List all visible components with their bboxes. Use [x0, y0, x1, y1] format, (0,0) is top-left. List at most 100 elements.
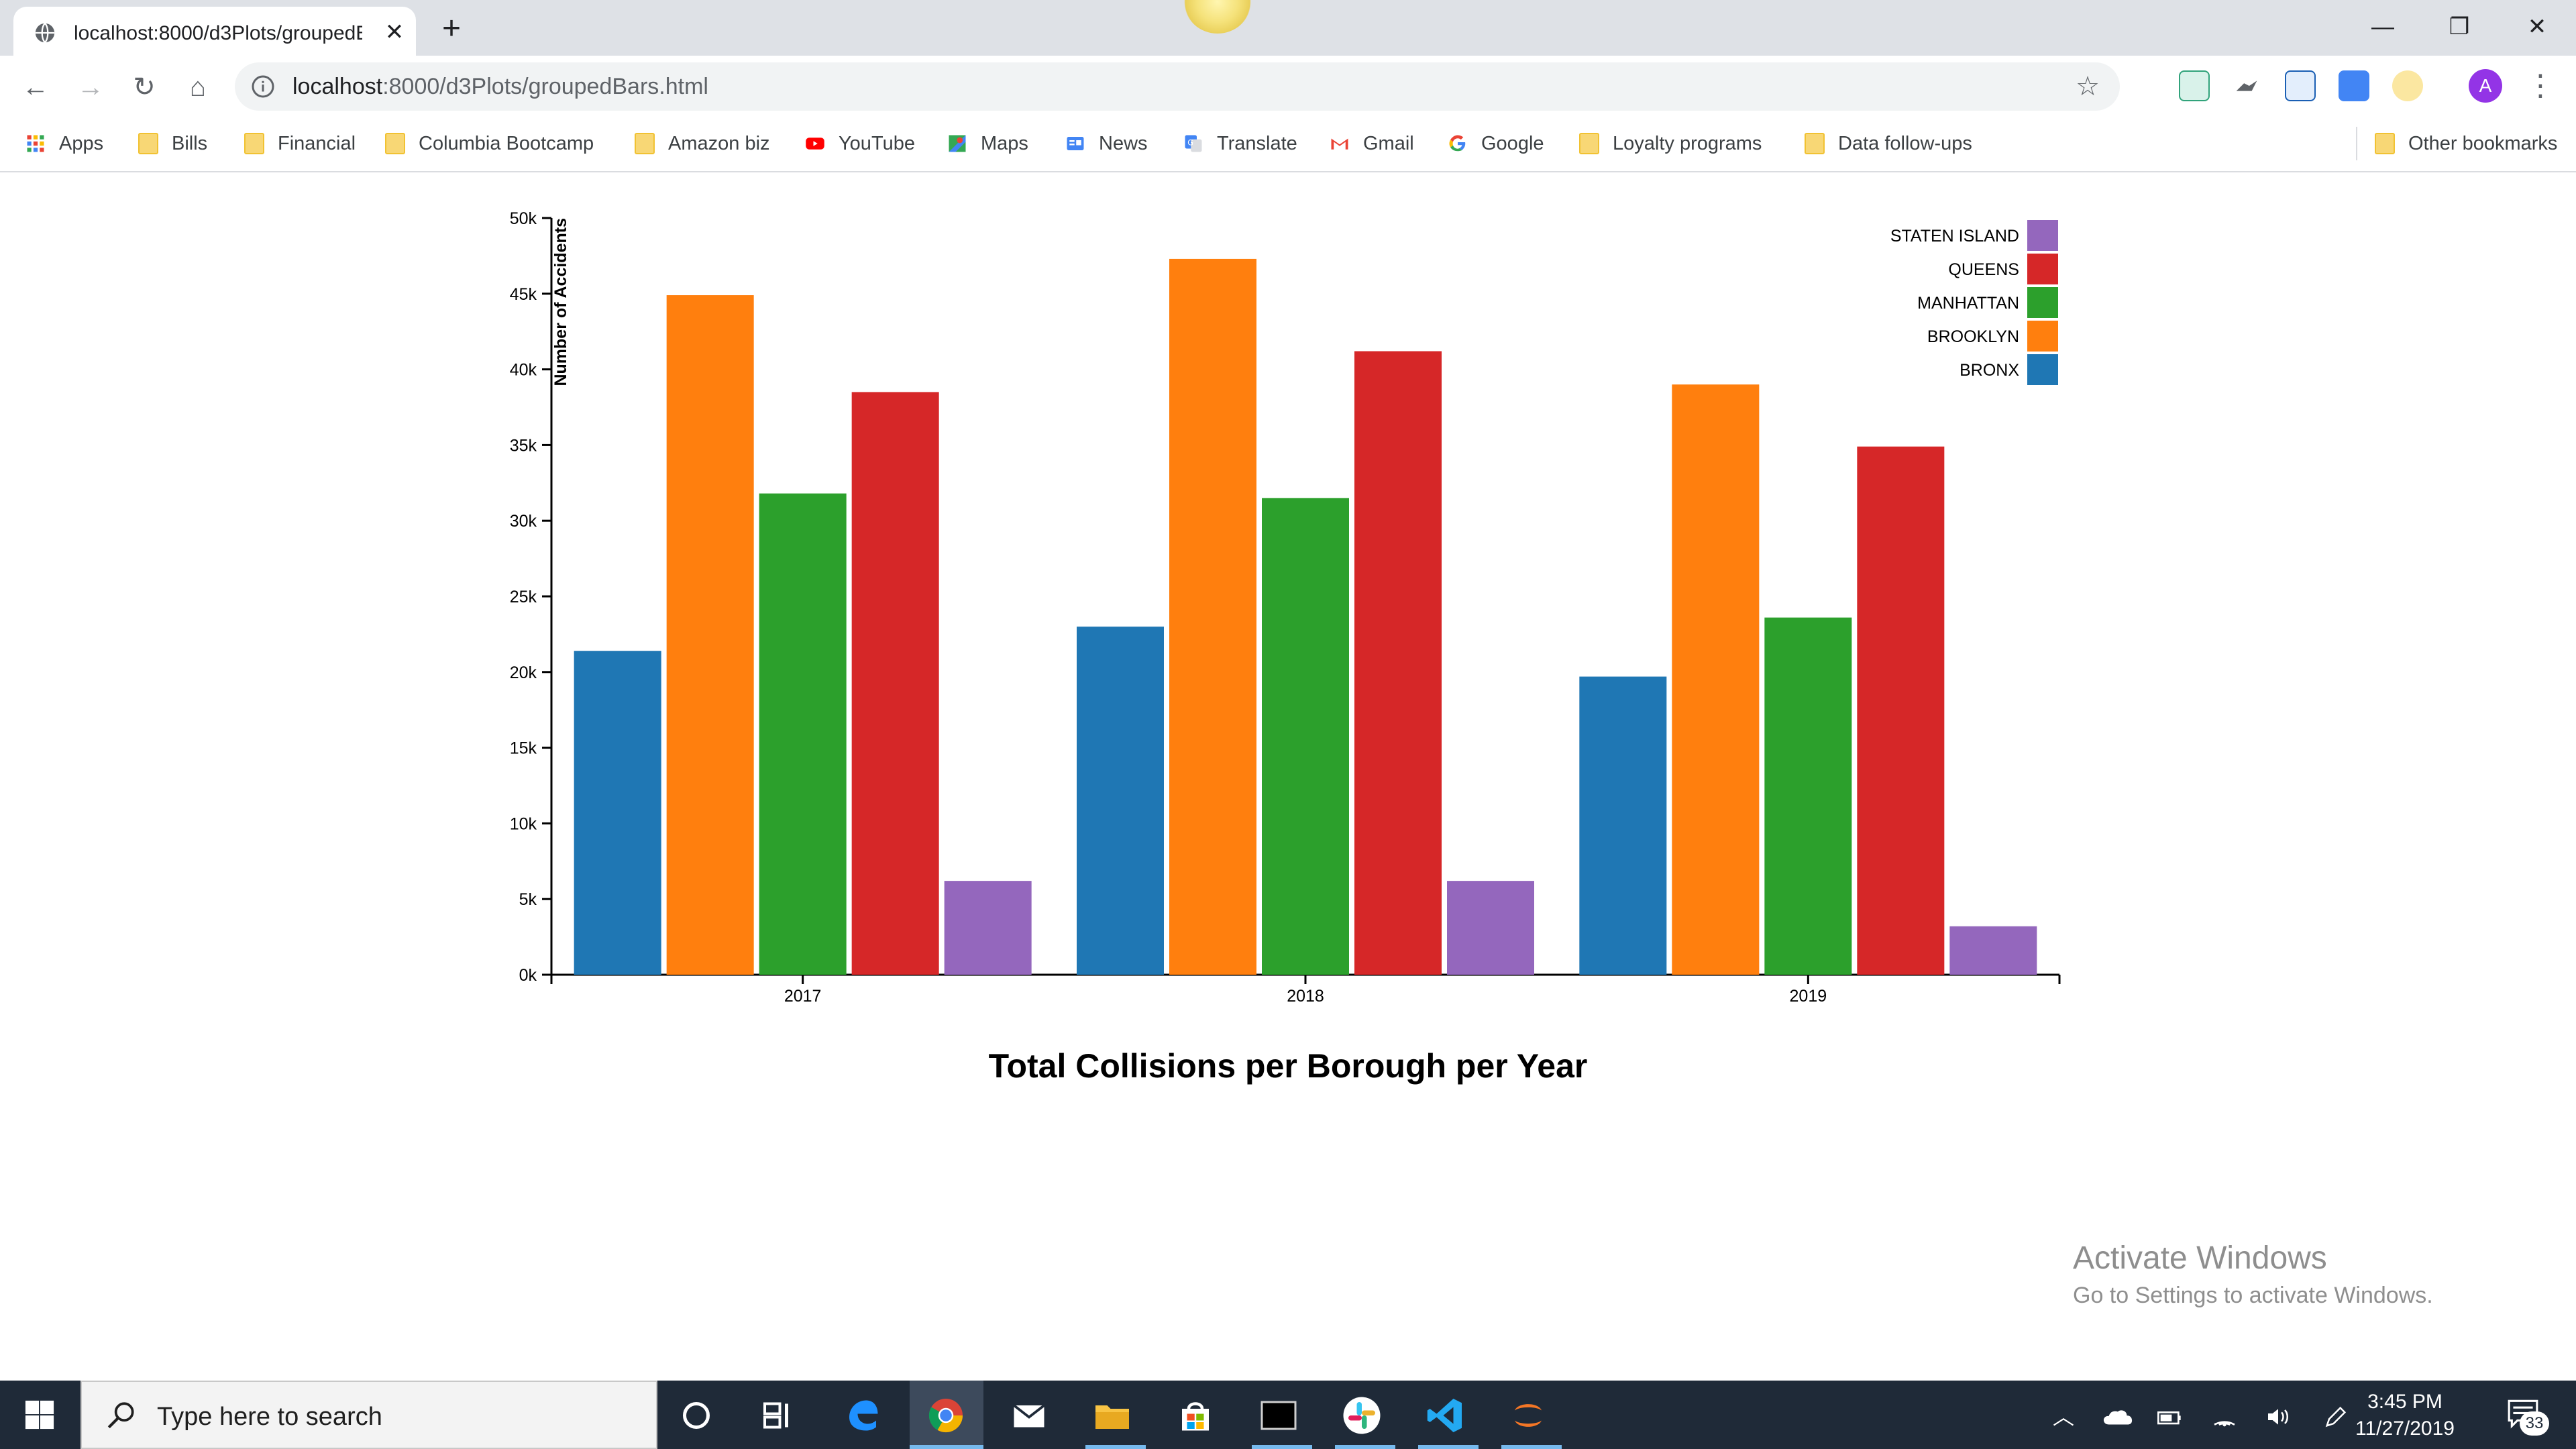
bookmark-translate[interactable]: G Translate [1183, 127, 1297, 160]
folder-icon [2375, 133, 2395, 154]
globe-icon [35, 23, 55, 43]
y-tick-label: 10k [510, 814, 537, 833]
restore-button[interactable]: ❐ [2439, 7, 2479, 47]
bookmark-amazon-biz[interactable]: Amazon biz [635, 127, 770, 160]
folder-icon [138, 133, 158, 154]
x-tick-label: 2018 [1287, 987, 1324, 1006]
battery-icon[interactable] [2156, 1403, 2183, 1430]
apps-grid-icon [27, 135, 44, 152]
other-bookmarks[interactable]: Other bookmarks [2356, 127, 2557, 160]
reload-button[interactable]: ↻ [126, 69, 162, 105]
activate-windows-watermark: Activate Windows Go to Settings to activ… [2073, 1238, 2433, 1311]
volume-icon[interactable] [2263, 1403, 2293, 1430]
forward-button[interactable]: → [72, 69, 109, 105]
tab-title: localhost:8000/d3Plots/groupedBars.html [74, 22, 362, 44]
y-tick-label: 30k [510, 512, 537, 531]
bar-bronx-2019 [1579, 676, 1667, 975]
reader-icon[interactable] [2285, 70, 2316, 101]
youtube-icon [806, 138, 824, 150]
y-tick-label: 25k [510, 588, 537, 606]
profile-avatar[interactable]: A [2469, 69, 2502, 103]
browser-tab[interactable]: localhost:8000/d3Plots/groupedBars.html … [13, 7, 416, 56]
wifi-icon[interactable] [2211, 1403, 2238, 1430]
minimize-button[interactable]: — [2363, 7, 2403, 47]
pen-icon[interactable] [2322, 1403, 2349, 1430]
bar-manhattan-2018 [1262, 498, 1349, 975]
slack-icon[interactable] [1342, 1395, 1382, 1436]
bar-manhattan-2019 [1764, 617, 1852, 975]
legend-label: STATEN ISLAND [1890, 227, 2019, 246]
svg-text:G: G [1187, 139, 1193, 148]
chrome-icon[interactable] [926, 1395, 966, 1436]
notifications-button[interactable]: 33 [2506, 1398, 2549, 1436]
bookmark-bills[interactable]: Bills [138, 127, 207, 160]
bookmark-maps[interactable]: Maps [947, 127, 1028, 160]
close-tab-icon[interactable]: ✕ [381, 19, 408, 46]
slack-indicator [1335, 1445, 1395, 1449]
y-tick-label: 50k [510, 209, 537, 228]
new-tab-button[interactable]: + [435, 12, 468, 46]
sun-overlay [1184, 0, 1251, 34]
task-view-icon[interactable] [758, 1395, 798, 1436]
activate-windows-subtitle: Go to Settings to activate Windows. [2073, 1283, 2433, 1308]
tray-chevron-icon[interactable]: ︿ [2053, 1403, 2074, 1430]
back-button[interactable]: ← [17, 69, 54, 105]
honey-icon[interactable] [2392, 70, 2423, 101]
y-tick-label: 5k [519, 890, 537, 909]
legend-label: BROOKLYN [1927, 327, 2019, 346]
search-placeholder: Type here to search [157, 1403, 382, 1431]
home-button[interactable]: ⌂ [180, 69, 216, 105]
bookmark-label: Gmail [1363, 132, 1414, 154]
info-icon[interactable] [251, 74, 275, 99]
address-bar[interactable]: localhost:8000/d3Plots/groupedBars.html … [235, 62, 2120, 111]
onedrive-icon[interactable] [2102, 1403, 2133, 1430]
y-tick-label: 15k [510, 739, 537, 758]
grouped-bar-chart: 0k 5k 10k 15k 20k 25k 30k 35k 40k 45k 50k Number of… [510, 209, 2061, 1006]
legend-label: QUEENS [1948, 260, 2019, 279]
bookmark-loyalty-programs[interactable]: Loyalty programs [1579, 127, 1762, 160]
terminal-icon[interactable] [1258, 1395, 1299, 1436]
paperclip-icon[interactable] [2179, 70, 2210, 101]
bar-staten-island-2018 [1447, 881, 1534, 975]
bookmark-columbia-bootcamp[interactable]: Columbia Bootcamp [385, 127, 594, 160]
bookmark-gmail[interactable]: Gmail [1330, 127, 1414, 160]
bar-manhattan-2017 [759, 493, 847, 975]
close-window-button[interactable]: ✕ [2517, 7, 2557, 47]
bookmark-apps[interactable]: Apps [25, 127, 103, 160]
x-tick-label: 2017 [784, 987, 822, 1006]
bookmark-star-icon[interactable]: ☆ [2072, 70, 2104, 103]
file-explorer-indicator [1085, 1445, 1146, 1449]
vscode-icon[interactable] [1425, 1395, 1465, 1436]
jupyter-icon[interactable] [1508, 1395, 1548, 1436]
cortana-icon[interactable] [676, 1395, 716, 1436]
legend-swatch [2027, 220, 2058, 251]
notification-count: 33 [2520, 1411, 2549, 1436]
bookmark-label: Google [1481, 132, 1544, 154]
url-text[interactable]: localhost:8000/d3Plots/groupedBars.html [292, 72, 708, 101]
bar-brooklyn-2018 [1169, 258, 1256, 975]
clock-time: 3:45 PM [2367, 1391, 2443, 1413]
terminal-indicator [1252, 1445, 1312, 1449]
y-tick-label: 40k [510, 361, 537, 380]
windows-start-icon[interactable] [24, 1399, 55, 1430]
edge-icon[interactable] [843, 1395, 883, 1436]
bar-bronx-2018 [1077, 627, 1164, 975]
bookmark-financial[interactable]: Financial [244, 127, 356, 160]
url-host: localhost [292, 74, 383, 99]
file-explorer-icon[interactable] [1092, 1395, 1132, 1436]
mail-icon[interactable] [1009, 1395, 1049, 1436]
bookmark-youtube[interactable]: YouTube [805, 127, 915, 160]
docs-icon[interactable] [2339, 70, 2369, 101]
bar-queens-2017 [851, 392, 939, 975]
browser-menu-icon[interactable]: ⋮ [2524, 69, 2557, 103]
bird-icon[interactable] [2231, 70, 2262, 101]
bookmark-news[interactable]: News [1065, 127, 1148, 160]
taskbar-search[interactable]: Type here to search [80, 1381, 657, 1449]
chart-area: 0k 5k 10k 15k 20k 25k 30k 35k 40k 45k 50k Number of… [0, 173, 2576, 1381]
windows-taskbar: Type here to search ︿ 3:45 PM 11/27/2019… [0, 1381, 2576, 1449]
legend-label: MANHATTAN [1917, 294, 2019, 313]
store-icon[interactable] [1175, 1395, 1216, 1436]
taskbar-clock[interactable]: 3:45 PM 11/27/2019 [2348, 1389, 2462, 1442]
bookmark-google[interactable]: Google [1448, 127, 1544, 160]
bookmark-data-follow-ups[interactable]: Data follow-ups [1805, 127, 1972, 160]
